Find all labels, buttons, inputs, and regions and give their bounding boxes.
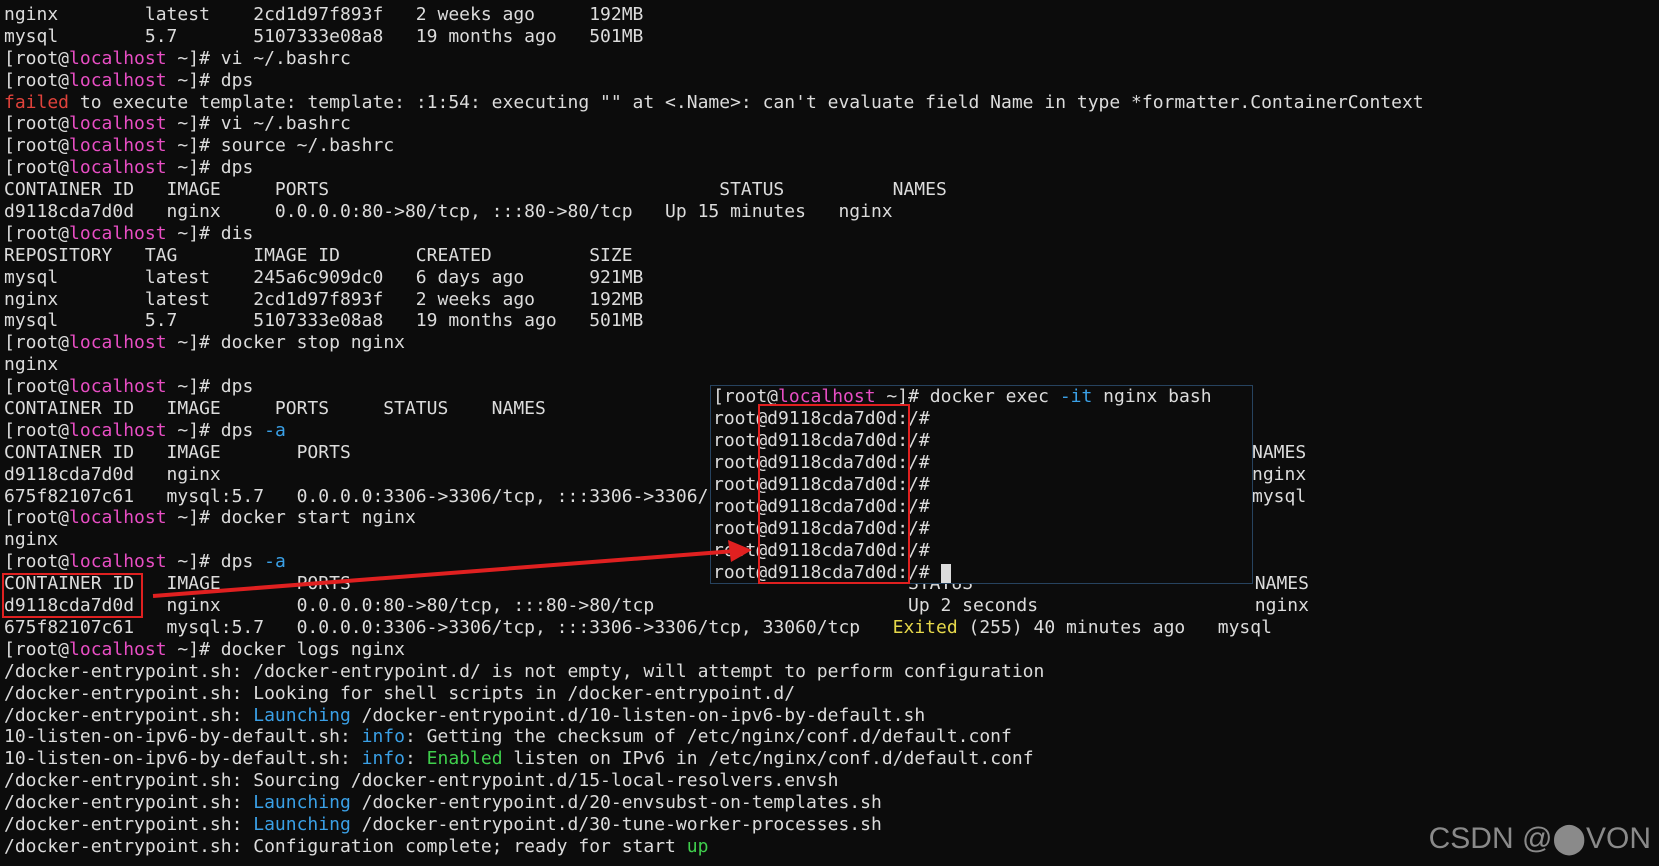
arrow-line — [152, 549, 736, 598]
annotation-arrow — [152, 540, 752, 598]
arrow-head — [728, 540, 752, 562]
watermark: CSDN @⬤VON — [1428, 822, 1651, 855]
